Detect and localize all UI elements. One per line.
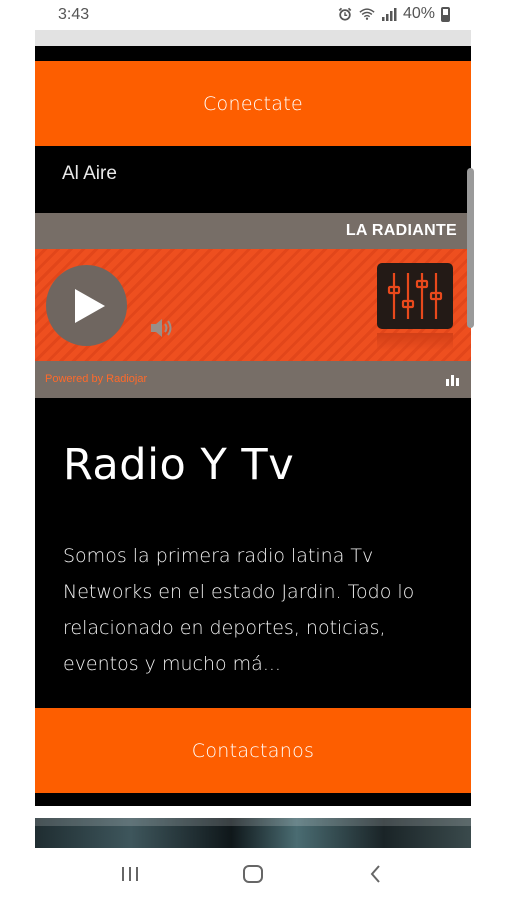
radio-player: LA RADIANTE Powered by Radiojar xyxy=(35,213,471,398)
scrollbar-thumb[interactable] xyxy=(467,168,474,328)
recent-apps-icon[interactable] xyxy=(116,860,144,888)
player-body xyxy=(35,249,471,361)
next-card-image xyxy=(35,818,471,848)
top-divider-strip xyxy=(35,30,471,46)
status-time: 3:43 xyxy=(58,6,90,23)
on-air-label: Al Aire xyxy=(62,163,117,184)
home-icon[interactable] xyxy=(239,860,267,888)
description-text: Somos la primera radio latina Tv Network… xyxy=(63,545,415,675)
player-header: LA RADIANTE xyxy=(35,213,471,249)
play-icon xyxy=(75,289,105,323)
content-card xyxy=(35,46,471,806)
volume-icon[interactable] xyxy=(149,317,177,339)
navigation-bar xyxy=(0,848,506,900)
equalizer-shadow xyxy=(377,333,453,351)
player-footer: Powered by Radiojar xyxy=(35,361,471,398)
station-name: LA RADIANTE xyxy=(345,222,457,239)
play-button[interactable] xyxy=(46,265,127,346)
powered-by-link[interactable]: Powered by Radiojar xyxy=(45,373,147,385)
status-icons: 40% xyxy=(337,5,450,23)
alarm-icon xyxy=(338,7,352,21)
contact-button[interactable]: Contactanos xyxy=(35,708,471,793)
connect-button[interactable]: Conectate xyxy=(35,61,471,146)
battery-percent: 40% xyxy=(402,5,435,22)
equalizer-button[interactable] xyxy=(377,263,453,329)
battery-icon xyxy=(441,6,450,22)
stats-icon[interactable] xyxy=(446,373,459,386)
signal-icon xyxy=(381,8,397,21)
page-title: Radio Y Tv xyxy=(63,440,295,490)
back-icon[interactable] xyxy=(362,860,390,888)
wifi-icon xyxy=(359,8,375,20)
equalizer-icon xyxy=(387,273,443,319)
status-bar: 3:43 40% xyxy=(0,0,506,30)
